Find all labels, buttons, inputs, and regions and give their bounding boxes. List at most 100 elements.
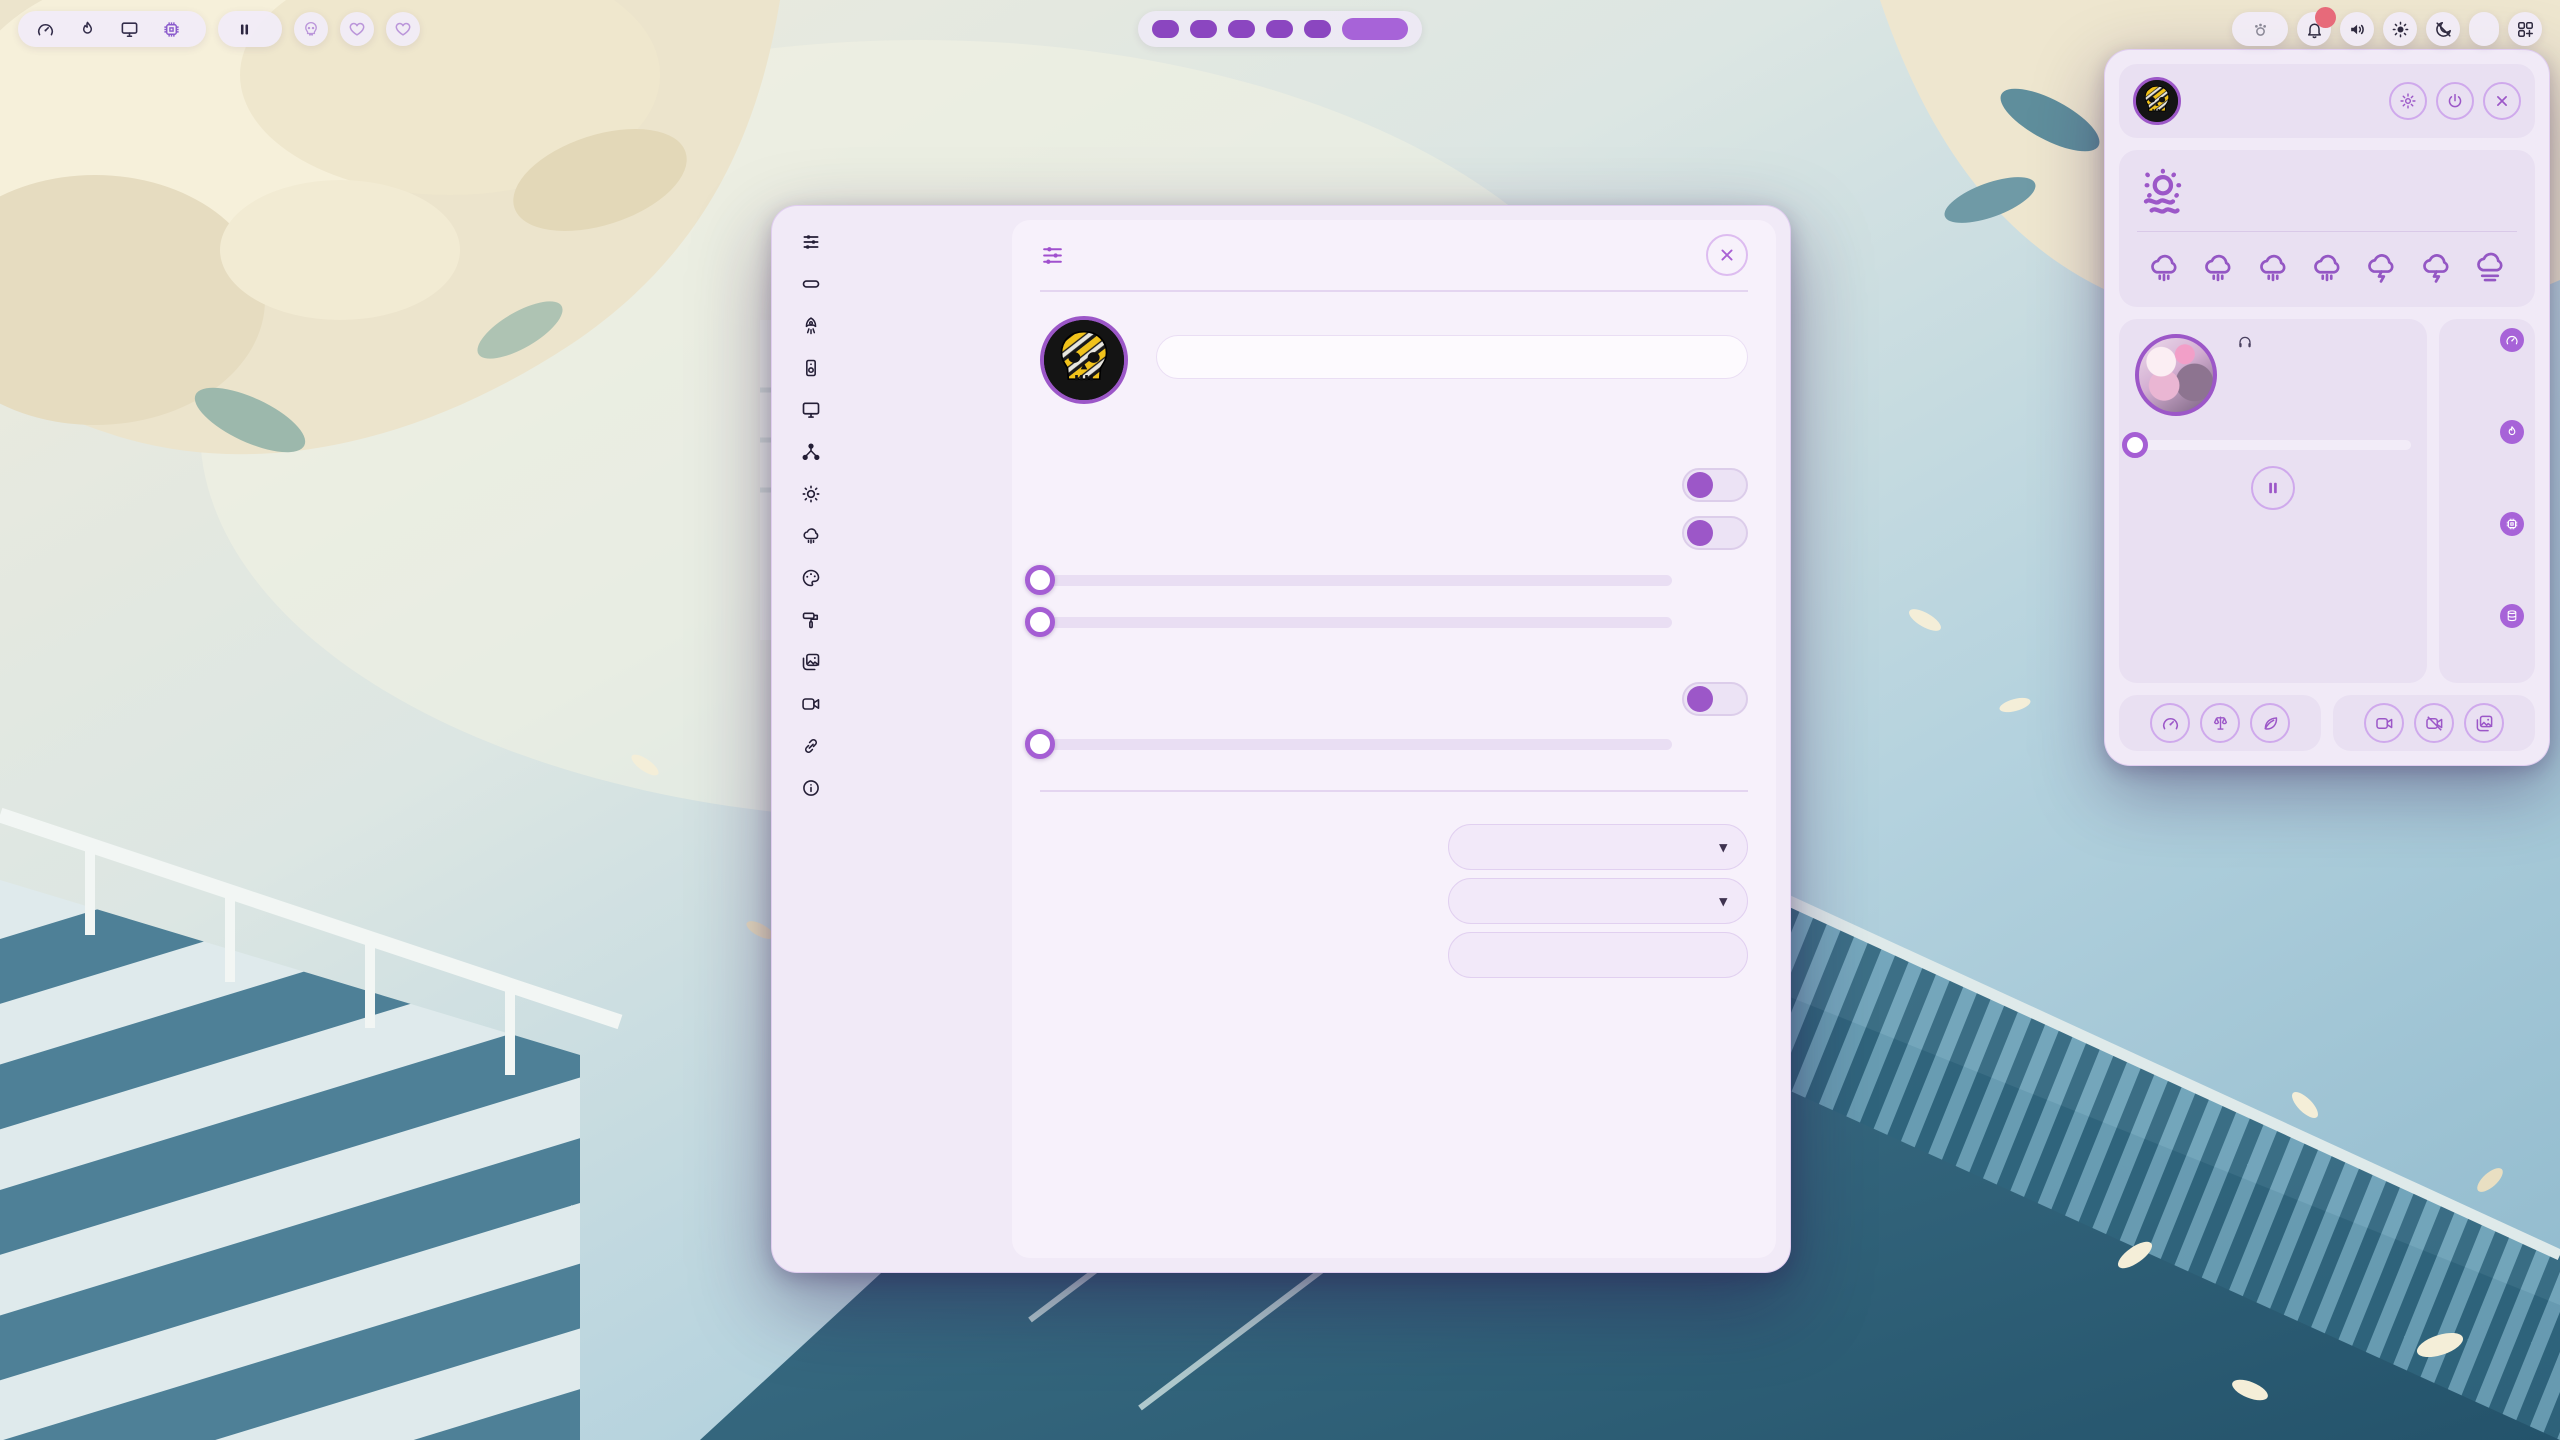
notifications-button[interactable] bbox=[2297, 12, 2331, 46]
balanced-mode-button[interactable] bbox=[2200, 703, 2240, 743]
close-panel-button[interactable] bbox=[2483, 82, 2521, 120]
animation-speed-slider[interactable] bbox=[1040, 617, 1672, 628]
network-icon bbox=[801, 442, 821, 462]
night-light-button[interactable] bbox=[2426, 12, 2460, 46]
workspace-dot[interactable] bbox=[1304, 20, 1331, 38]
brightness-button[interactable] bbox=[2383, 12, 2417, 46]
slider-knob[interactable] bbox=[1025, 565, 1055, 595]
setting-row-animation-speed bbox=[1040, 606, 1748, 638]
cloud-rain-icon bbox=[801, 526, 821, 546]
palette-icon bbox=[801, 568, 821, 588]
power-icon bbox=[2446, 92, 2464, 110]
video-camera-icon bbox=[801, 694, 821, 714]
workspace-active[interactable] bbox=[1342, 18, 1408, 40]
sidebar-item-weather[interactable] bbox=[786, 516, 998, 556]
dim-desktop-toggle[interactable] bbox=[1682, 516, 1748, 550]
tray-app-icon[interactable] bbox=[2232, 12, 2288, 46]
chip-icon bbox=[162, 20, 181, 39]
divider bbox=[2137, 231, 2517, 232]
sidebar-item-bar[interactable] bbox=[786, 264, 998, 304]
favorite-button-2[interactable] bbox=[386, 12, 420, 46]
power-saver-mode-button[interactable] bbox=[2250, 703, 2290, 743]
sun-haze-icon bbox=[2137, 165, 2191, 219]
forecast-day bbox=[2354, 242, 2408, 294]
grid-plus-icon bbox=[2516, 20, 2535, 39]
toggle-knob bbox=[1687, 472, 1713, 498]
volume-icon bbox=[2348, 20, 2367, 39]
rain-icon bbox=[2256, 251, 2290, 285]
record-screen-button[interactable] bbox=[2364, 703, 2404, 743]
chevron-down-icon: ▾ bbox=[1719, 838, 1727, 856]
volume-button[interactable] bbox=[2340, 12, 2374, 46]
default-font-dropdown[interactable]: ▾ bbox=[1448, 824, 1748, 870]
rocket-icon bbox=[801, 316, 821, 336]
gauge-icon bbox=[36, 20, 55, 39]
sidebar-item-color-scheme[interactable] bbox=[786, 558, 998, 598]
sidebar-item-wallpaper-selector[interactable] bbox=[786, 642, 998, 682]
border-radius-slider[interactable] bbox=[1040, 575, 1672, 586]
sidebar-item-about[interactable] bbox=[786, 768, 998, 808]
system-stats-pill[interactable] bbox=[18, 11, 206, 47]
sidebar-item-launcher[interactable] bbox=[786, 306, 998, 346]
workspace-dot[interactable] bbox=[1190, 20, 1217, 38]
sidebar-item-general[interactable] bbox=[786, 222, 998, 262]
power-button[interactable] bbox=[2436, 82, 2474, 120]
info-icon bbox=[801, 778, 821, 798]
skull-icon bbox=[302, 20, 320, 38]
show-corners-toggle[interactable] bbox=[1682, 468, 1748, 502]
headphones-icon bbox=[2237, 334, 2253, 350]
sidebar-item-display[interactable] bbox=[786, 390, 998, 430]
partial-font-dropdown[interactable] bbox=[1448, 932, 1748, 978]
dock-opacity-slider[interactable] bbox=[1040, 739, 1672, 750]
favorite-button[interactable] bbox=[340, 12, 374, 46]
link-icon bbox=[801, 736, 821, 756]
sidebar-item-brightness[interactable] bbox=[786, 474, 998, 514]
brightness-icon bbox=[801, 484, 821, 504]
slider-knob[interactable] bbox=[2122, 432, 2148, 458]
page-header bbox=[1040, 220, 1748, 292]
sidebar-item-audio[interactable] bbox=[786, 348, 998, 388]
settings-button[interactable] bbox=[2389, 82, 2427, 120]
forecast-day bbox=[2463, 242, 2517, 294]
slider-knob[interactable] bbox=[1025, 729, 1055, 759]
profile-path-input[interactable] bbox=[1156, 335, 1748, 379]
sliders-icon bbox=[801, 232, 821, 252]
sidebar-item-screen-recorder[interactable] bbox=[786, 684, 998, 724]
notification-badge bbox=[2315, 7, 2336, 28]
gauge-icon bbox=[2500, 328, 2524, 352]
video-camera-icon bbox=[2375, 714, 2394, 733]
workspace-dot[interactable] bbox=[1228, 20, 1255, 38]
slider-knob[interactable] bbox=[1025, 607, 1055, 637]
media-pill[interactable] bbox=[218, 11, 282, 47]
performance-mode-button[interactable] bbox=[2150, 703, 2190, 743]
workspace-dot[interactable] bbox=[1152, 20, 1179, 38]
skull-button[interactable] bbox=[294, 12, 328, 46]
speaker-icon bbox=[801, 358, 821, 378]
close-button[interactable] bbox=[1706, 234, 1748, 276]
workspace-switcher[interactable] bbox=[1138, 11, 1422, 47]
workspace-dot[interactable] bbox=[1266, 20, 1293, 38]
setting-row-partial-font bbox=[1040, 932, 1748, 978]
setting-row-dim-desktop bbox=[1040, 516, 1748, 550]
clock[interactable] bbox=[2469, 12, 2499, 46]
media-progress-slider[interactable] bbox=[2135, 440, 2411, 450]
sidebar-item-hooks[interactable] bbox=[786, 726, 998, 766]
gallery-icon bbox=[801, 652, 821, 672]
forecast-day bbox=[2409, 242, 2463, 294]
settings-window: ▾ ▾ bbox=[771, 205, 1791, 1273]
dashboard-button[interactable] bbox=[2508, 12, 2542, 46]
stop-record-button[interactable] bbox=[2414, 703, 2454, 743]
auto-hide-dock-toggle[interactable] bbox=[1682, 682, 1748, 716]
chevron-down-icon: ▾ bbox=[1719, 892, 1727, 910]
recorder-card bbox=[2333, 695, 2535, 751]
paint-roller-icon bbox=[801, 610, 821, 630]
sidebar-item-network[interactable] bbox=[786, 432, 998, 472]
pause-button[interactable] bbox=[2251, 466, 2295, 510]
control-panel bbox=[2104, 49, 2550, 766]
sidebar-item-wallpaper[interactable] bbox=[786, 600, 998, 640]
disk-icon bbox=[2500, 604, 2524, 628]
screenshot-button[interactable] bbox=[2464, 703, 2504, 743]
video-camera-off-icon bbox=[2425, 714, 2444, 733]
fixed-font-dropdown[interactable]: ▾ bbox=[1448, 878, 1748, 924]
divider bbox=[1040, 790, 1748, 792]
